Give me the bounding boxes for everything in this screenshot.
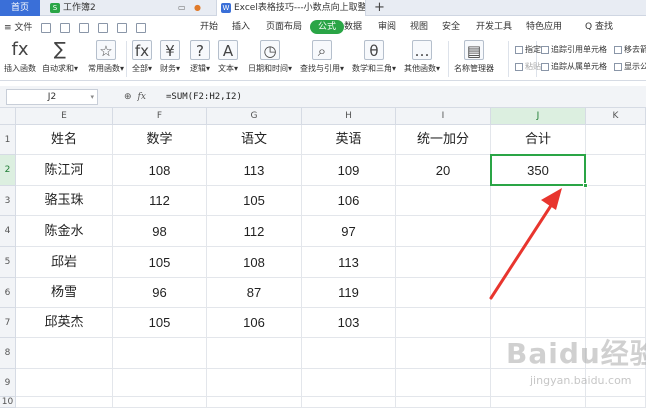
baidu-watermark: Baidu经验 jingyan.baidu.com (506, 332, 646, 404)
watermark-url: jingyan.baidu.com (530, 374, 632, 387)
watermark-logo: Baidu经验 (506, 337, 646, 370)
